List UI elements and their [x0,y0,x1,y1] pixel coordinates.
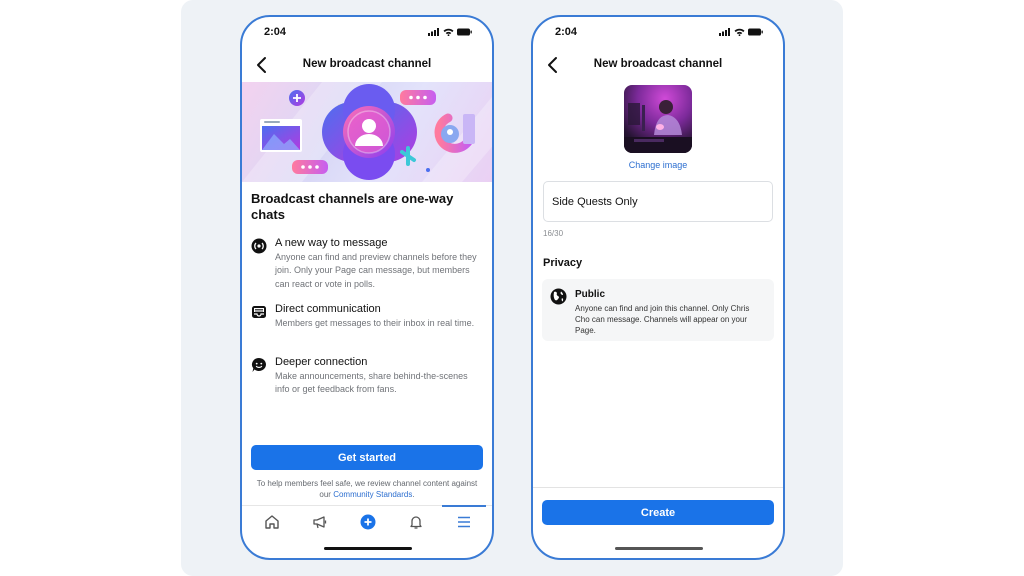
channel-name-input[interactable] [543,181,773,222]
tab-notifications[interactable] [405,512,427,532]
status-time: 2:04 [264,26,287,38]
plus-circle-icon [360,514,376,530]
headline: Broadcast channels are one-way chats [251,191,454,222]
get-started-button[interactable]: Get started [251,445,483,470]
character-counter: 16/30 [543,229,564,238]
feature-description: Make announcements, share behind-the-sce… [275,371,468,395]
hero-illustration [242,82,492,182]
nav-bar: New broadcast channel [242,53,492,79]
globe-icon [550,288,567,305]
create-button[interactable]: Create [542,500,774,525]
privacy-option-description: Anyone can find and join this channel. O… [575,304,750,335]
status-time: 2:04 [555,26,578,38]
tab-menu[interactable] [453,512,475,532]
page-title: New broadcast channel [302,58,432,70]
feature-description: Members get messages to their inbox in r… [275,318,475,328]
feature-title: A new way to message [275,237,388,249]
active-tab-indicator [442,505,486,507]
privacy-section-title: Privacy [543,257,583,269]
privacy-option-title: Public [575,289,606,300]
status-bar: 2:04 [533,26,783,42]
inbox-icon [252,306,266,318]
phone-create-screen: 2:04 New broadcast channel Change image … [531,15,785,560]
home-icon [265,515,279,529]
smile-chat-icon [251,357,266,372]
tab-home[interactable] [261,512,283,532]
menu-icon [458,516,470,528]
feature-description: Anyone can find and preview channels bef… [275,252,477,289]
wifi-icon [734,28,745,36]
battery-icon [748,28,763,36]
bell-icon [410,516,422,529]
status-bar: 2:04 [242,26,492,42]
status-icons [428,28,472,36]
cellular-signal-icon [719,28,730,36]
nav-bar: New broadcast channel [533,53,783,79]
status-icons [719,28,763,36]
tab-create[interactable] [357,512,379,532]
footnote-end: . [412,490,415,499]
bottom-tab-bar [242,505,492,537]
change-image-link[interactable]: Change image [533,160,783,170]
cellular-signal-icon [428,28,439,36]
tab-announcements[interactable] [309,512,331,532]
page-title: New broadcast channel [593,58,723,70]
privacy-option-public[interactable]: Public Anyone can find and join this cha… [542,279,774,341]
community-standards-link[interactable]: Community Standards [333,490,412,499]
home-indicator [324,547,412,550]
broadcast-icon [251,238,267,254]
divider [533,487,783,488]
wifi-icon [443,28,454,36]
feature-title: Deeper connection [275,356,368,368]
battery-icon [457,28,472,36]
footnote: To help members feel safe, we review cha… [252,478,482,500]
megaphone-icon [313,516,327,529]
broadcast-illustration [242,82,492,182]
channel-image[interactable] [624,85,692,153]
feature-title: Direct communication [275,303,381,315]
phone-intro-screen: 2:04 New broadcast channel Broadcast cha… [240,15,494,560]
channel-photo [624,100,692,153]
home-indicator [615,547,703,550]
